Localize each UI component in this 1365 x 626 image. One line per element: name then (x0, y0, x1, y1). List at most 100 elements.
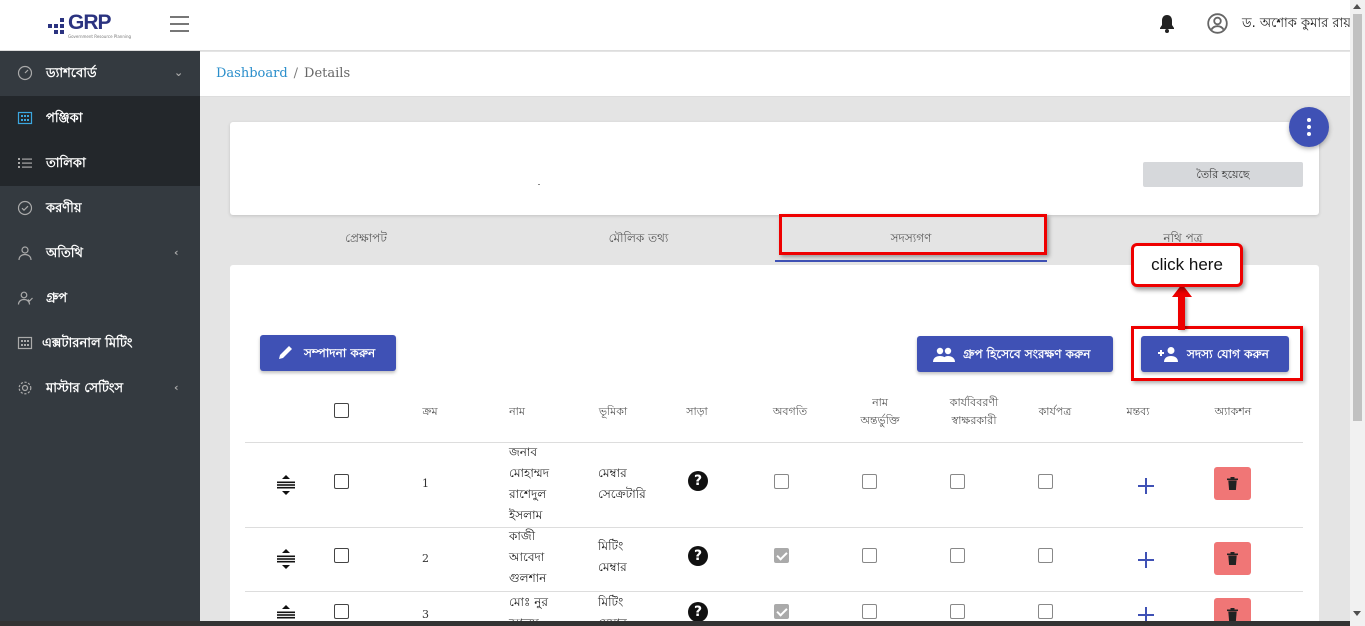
column-header-role: ভূমিকা (598, 405, 628, 418)
member-role: মেম্বার সেক্রেটারি (598, 463, 646, 505)
breadcrumb-current: Details (304, 66, 351, 81)
trash-icon (1227, 552, 1238, 565)
informed-checkbox[interactable] (774, 548, 789, 563)
sidebar-item-label: করণীয় (46, 201, 82, 216)
worksheet-checkbox[interactable] (1038, 548, 1053, 563)
top-navbar: GRP Government Resource Planning ড. অশোক… (0, 0, 1351, 51)
sidebar-item-todo[interactable]: করণীয় (0, 186, 200, 231)
sidebar-item-label: পঞ্জিকা (46, 111, 83, 126)
drag-handle-icon[interactable] (276, 474, 296, 496)
list-icon (18, 158, 32, 168)
member-name: কাজী আবেদা গুলশান (509, 526, 546, 589)
add-comment-plus-icon[interactable] (1137, 551, 1155, 569)
name-line: রাশেদুল (509, 487, 547, 501)
sidebar-item-external-meeting[interactable]: এক্সটারনাল মিটিং (0, 321, 200, 366)
column-header-informed: অবগতি (772, 405, 808, 418)
add-member-highlight (1131, 326, 1303, 381)
edit-button[interactable]: সম্পাদনা করুন (260, 335, 396, 371)
tab-basic-info[interactable]: মৌলিক তথ্য (502, 228, 775, 262)
sidebar-item-dashboard[interactable]: ড্যাশবোর্ড ⌄ (0, 51, 200, 96)
grp-logo[interactable]: GRP Government Resource Planning (46, 10, 131, 40)
name-inclusion-checkbox[interactable] (862, 474, 877, 489)
sidebar-item-master-settings[interactable]: মাস্টার সেটিংস ‹ (0, 366, 200, 411)
name-line: মোহাম্মদ (509, 466, 550, 480)
notification-bell-icon[interactable] (1158, 14, 1176, 34)
row-serial: 2 (422, 552, 429, 565)
meeting-summary-card: তৈরি হয়েছে (230, 122, 1319, 215)
role-line: মেম্বার (598, 560, 627, 574)
worksheet-checkbox[interactable] (1038, 474, 1053, 489)
person-icon (18, 246, 32, 261)
pencil-icon (279, 346, 292, 359)
column-header-name: নাম (509, 405, 525, 418)
delete-member-button[interactable] (1214, 542, 1251, 575)
calendar-grid-icon (17, 111, 33, 125)
breadcrumb: Dashboard / Details (216, 66, 350, 81)
worksheet-checkbox[interactable] (1038, 604, 1053, 619)
user-avatar-icon[interactable] (1207, 13, 1228, 34)
summary-placeholder-dot (538, 184, 540, 185)
header-line: নাম (872, 396, 888, 409)
column-header-serial: ক্রম (422, 405, 438, 418)
more-options-button[interactable] (1289, 107, 1329, 147)
role-line: মিটিং (598, 595, 624, 609)
response-unknown-icon: ? (688, 471, 708, 491)
column-header-comment: মন্তব্য (1126, 405, 1150, 418)
name-line: গুলশান (509, 571, 547, 585)
chevron-down-icon: ⌄ (174, 66, 184, 79)
minutes-signer-checkbox[interactable] (950, 474, 965, 489)
informed-checkbox[interactable] (774, 474, 789, 489)
chevron-left-icon: ‹ (174, 381, 179, 394)
sidebar-item-label: তালিকা (46, 156, 86, 171)
role-line: মেম্বার (598, 466, 627, 480)
name-line: জনাব (509, 445, 538, 459)
save-as-group-button[interactable]: গ্রুপ হিসেবে সংরক্ষণ করুন (917, 336, 1113, 372)
row-select-checkbox[interactable] (334, 474, 349, 489)
page-scrollbar[interactable] (1350, 0, 1365, 626)
role-line: মিটিং (598, 539, 624, 553)
sidebar: ড্যাশবোর্ড ⌄ পঞ্জিকা তালিকা করণীয় অতিথি… (0, 51, 200, 626)
column-header-name-inclusion: নাম অন্তর্ভুক্তি (850, 394, 910, 430)
column-header-worksheet: কার্যপত্র (1038, 405, 1072, 418)
sidebar-item-guest[interactable]: অতিথি ‹ (0, 231, 200, 276)
sidebar-item-list[interactable]: তালিকা (0, 141, 200, 186)
row-select-checkbox[interactable] (334, 548, 349, 563)
column-header-minutes-signer: কার্যবিবরণী স্বাক্ষরকারী (940, 394, 1008, 430)
response-unknown-icon: ? (688, 602, 708, 622)
status-badge: তৈরি হয়েছে (1143, 162, 1303, 187)
scroll-thumb[interactable] (1353, 14, 1362, 421)
dashboard-gauge-icon (17, 65, 33, 81)
sidebar-item-calendar[interactable]: পঞ্জিকা (0, 96, 200, 141)
logo-text: GRP (68, 11, 112, 34)
breadcrumb-dashboard-link[interactable]: Dashboard (216, 66, 288, 81)
scroll-down-arrow-icon[interactable] (1353, 611, 1361, 616)
trash-icon (1227, 477, 1238, 490)
user-name[interactable]: ড. অশোক কুমার রায় (1242, 14, 1351, 35)
sidebar-item-label: অতিথি (46, 246, 83, 261)
row-select-checkbox[interactable] (334, 604, 349, 619)
group-icon (17, 291, 33, 305)
informed-checkbox[interactable] (774, 604, 789, 619)
chevron-left-icon: ‹ (174, 246, 179, 259)
page-bottom-edge (0, 621, 1350, 626)
breadcrumb-bar: Dashboard / Details (200, 52, 1350, 97)
minutes-signer-checkbox[interactable] (950, 548, 965, 563)
name-inclusion-checkbox[interactable] (862, 604, 877, 619)
click-here-callout: click here (1131, 243, 1243, 287)
response-unknown-icon: ? (688, 546, 708, 566)
name-inclusion-checkbox[interactable] (862, 548, 877, 563)
add-comment-plus-icon[interactable] (1137, 477, 1155, 495)
row-serial: 1 (422, 477, 429, 490)
drag-handle-icon[interactable] (276, 548, 296, 570)
menu-toggle-icon[interactable] (170, 16, 190, 32)
sidebar-item-group[interactable]: গ্রুপ (0, 276, 200, 321)
minutes-signer-checkbox[interactable] (950, 604, 965, 619)
delete-member-button[interactable] (1214, 467, 1251, 500)
tab-background[interactable]: প্রেক্ষাপট (230, 228, 502, 262)
gear-icon (18, 381, 32, 395)
scroll-up-arrow-icon[interactable] (1353, 4, 1361, 9)
select-all-checkbox[interactable] (334, 403, 349, 418)
active-tab-indicator (775, 260, 1047, 262)
members-tab-highlight (779, 214, 1047, 255)
group-icon (933, 347, 955, 362)
